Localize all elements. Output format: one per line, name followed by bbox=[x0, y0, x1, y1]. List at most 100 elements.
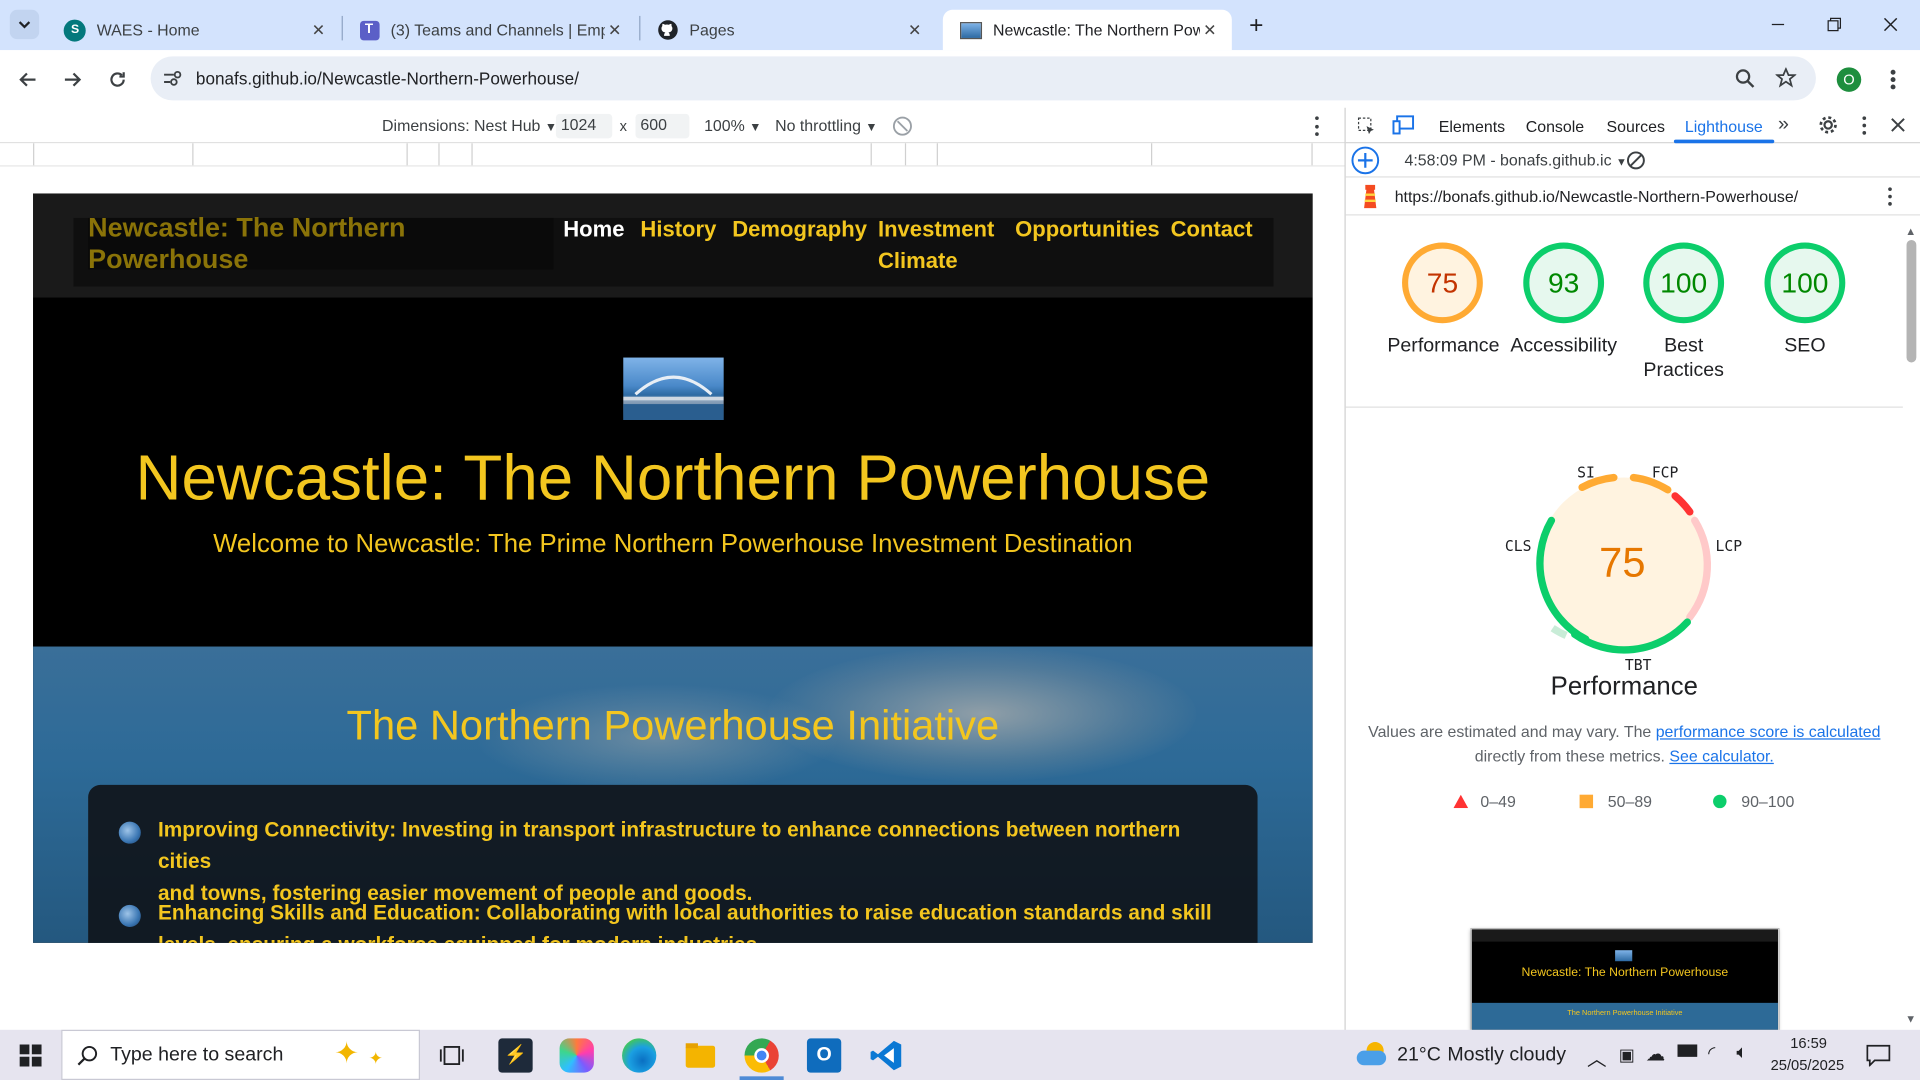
score-calculated-link[interactable]: performance score is calculated bbox=[1656, 722, 1881, 740]
gear-icon[interactable] bbox=[1818, 115, 1838, 135]
nav-climate[interactable]: Climate bbox=[878, 245, 958, 277]
list-item-line: levels, ensuring a workforce equipped fo… bbox=[158, 929, 1236, 943]
device-toolbar: Dimensions: Nest Hub ▼ 1024 x 600 100% ▼… bbox=[0, 107, 1345, 144]
zoom-select[interactable]: 100% ▼ bbox=[704, 116, 761, 134]
forward-button[interactable] bbox=[55, 62, 89, 96]
clock-date[interactable]: 25/05/2025 bbox=[1771, 1057, 1845, 1074]
meet-now-icon[interactable]: ▣ bbox=[1619, 1044, 1635, 1065]
report-selector[interactable]: 4:58:09 PM - bonafs.github.ic ▼ bbox=[1404, 151, 1626, 169]
wifi-icon[interactable]: ◜ bbox=[1708, 1042, 1715, 1064]
dimensions-select[interactable]: Dimensions: Nest Hub ▼ bbox=[382, 116, 557, 134]
perf-note: Values are estimated and may vary. The p… bbox=[1364, 720, 1884, 769]
page-screenshot-thumbnail[interactable]: Newcastle: The Northern Powerhouse The N… bbox=[1470, 928, 1780, 1032]
restore-icon bbox=[1827, 17, 1842, 32]
volume-icon[interactable]: 🔈︎ bbox=[1736, 1042, 1747, 1063]
devtools-menu-button[interactable] bbox=[1860, 116, 1867, 135]
throttling-select[interactable]: No throttling ▼ bbox=[775, 116, 877, 134]
score-value: 75 bbox=[1426, 266, 1459, 299]
divider bbox=[1345, 406, 1903, 408]
outlook-icon[interactable]: O bbox=[806, 1038, 842, 1073]
device-options-button[interactable] bbox=[1310, 116, 1322, 136]
active-app-indicator bbox=[739, 1076, 784, 1080]
tab-waes-home[interactable]: S WAES - Home ✕ bbox=[47, 10, 341, 50]
nav-home[interactable]: Home bbox=[563, 213, 624, 245]
clear-icon[interactable] bbox=[1626, 151, 1646, 171]
scroll-down-icon[interactable]: ▼ bbox=[1905, 1013, 1916, 1025]
browser-menu-button[interactable] bbox=[1883, 67, 1903, 91]
average-square-icon bbox=[1579, 794, 1594, 809]
see-calculator-link[interactable]: See calculator. bbox=[1669, 747, 1773, 765]
report-time: 4:58:09 PM - bonafs.github.ic bbox=[1404, 150, 1612, 169]
new-tab-button[interactable]: + bbox=[1242, 11, 1271, 40]
chrome-icon[interactable] bbox=[744, 1038, 779, 1073]
height-input[interactable]: 600 bbox=[635, 113, 690, 139]
zoom-value: 100% bbox=[704, 116, 745, 135]
copilot-icon[interactable] bbox=[559, 1038, 594, 1073]
weather-text[interactable]: Mostly cloudy bbox=[1447, 1044, 1566, 1066]
minimize-button[interactable] bbox=[1750, 0, 1806, 49]
address-bar[interactable]: bonafs.github.io/Newcastle-Northern-Powe… bbox=[150, 56, 1816, 101]
tab-sources[interactable]: Sources bbox=[1607, 118, 1665, 136]
battery-icon[interactable] bbox=[1677, 1044, 1698, 1057]
powershell-icon[interactable]: ⚡ bbox=[498, 1038, 533, 1073]
bookmark-star-icon[interactable] bbox=[1775, 67, 1797, 88]
nav-history[interactable]: History bbox=[640, 213, 716, 245]
site-brand[interactable]: Newcastle: The Northern Powerhouse bbox=[88, 212, 554, 274]
report-url[interactable]: https://bonafs.github.io/Newcastle-North… bbox=[1395, 187, 1798, 205]
chevron-up-icon[interactable]: ︿ bbox=[1587, 1042, 1607, 1071]
pass-circle-icon bbox=[1713, 794, 1727, 809]
weather-icon[interactable] bbox=[1356, 1042, 1389, 1066]
close-devtools-icon[interactable] bbox=[1891, 118, 1906, 133]
edge-icon[interactable] bbox=[622, 1038, 657, 1073]
file-explorer-icon[interactable] bbox=[683, 1038, 717, 1072]
width-input[interactable]: 1024 bbox=[555, 113, 613, 139]
close-tab-icon[interactable]: ✕ bbox=[1200, 20, 1220, 40]
tab-newcastle[interactable]: Newcastle: The Northern Power ✕ bbox=[942, 9, 1232, 51]
close-tab-icon[interactable]: ✕ bbox=[905, 20, 925, 40]
scroll-up-icon[interactable]: ▲ bbox=[1905, 225, 1916, 237]
close-tab-icon[interactable]: ✕ bbox=[309, 20, 329, 40]
scrollbar-thumb[interactable] bbox=[1906, 240, 1917, 363]
tab-teams[interactable]: T (3) Teams and Channels | Emplo ✕ bbox=[343, 10, 637, 50]
site-settings-icon[interactable] bbox=[163, 70, 183, 87]
notifications-icon[interactable] bbox=[1866, 1044, 1891, 1067]
devtools-scrollbar[interactable]: ▲ ▼ bbox=[1903, 223, 1920, 1031]
score-performance[interactable]: 75 Performance bbox=[1387, 242, 1500, 358]
close-tab-icon[interactable]: ✕ bbox=[605, 20, 625, 40]
back-button[interactable] bbox=[11, 62, 45, 96]
reload-button[interactable] bbox=[100, 62, 134, 96]
tab-console[interactable]: Console bbox=[1526, 118, 1584, 136]
restore-button[interactable] bbox=[1806, 0, 1862, 49]
tab-elements[interactable]: Elements bbox=[1439, 118, 1505, 136]
close-window-button[interactable] bbox=[1862, 0, 1918, 49]
score-accessibility[interactable]: 93 Accessibility bbox=[1509, 242, 1619, 358]
score-best-practices[interactable]: 100 Best Practices bbox=[1629, 242, 1739, 383]
more-tabs-icon[interactable]: » bbox=[1778, 114, 1789, 136]
score-seo[interactable]: 100 SEO bbox=[1750, 242, 1860, 358]
nav-demography[interactable]: Demography bbox=[732, 213, 867, 245]
vscode-icon[interactable] bbox=[869, 1038, 903, 1072]
windows-start-icon[interactable] bbox=[19, 1044, 42, 1067]
tab-search-button[interactable] bbox=[9, 9, 40, 40]
tab-pages[interactable]: Pages ✕ bbox=[640, 10, 936, 50]
clock-time[interactable]: 16:59 bbox=[1790, 1035, 1827, 1052]
inspect-element-icon[interactable] bbox=[1357, 116, 1377, 136]
onedrive-icon[interactable]: ☁ bbox=[1646, 1042, 1666, 1066]
nav-contact[interactable]: Contact bbox=[1171, 213, 1253, 245]
perf-gauge-title: Performance bbox=[1550, 672, 1698, 701]
profile-avatar[interactable]: O bbox=[1836, 67, 1862, 92]
score-label: Best Practices bbox=[1643, 335, 1724, 381]
tab-title: Newcastle: The Northern Power bbox=[993, 20, 1201, 40]
tab-lighthouse[interactable]: Lighthouse bbox=[1685, 118, 1763, 136]
taskbar-search[interactable]: Type here to search ✦ ✦ bbox=[61, 1029, 421, 1080]
new-report-icon[interactable] bbox=[1351, 146, 1380, 175]
weather-temp[interactable]: 21°C bbox=[1397, 1044, 1441, 1066]
nav-opportunities[interactable]: Opportunities bbox=[1015, 213, 1159, 245]
report-url-bar: https://bonafs.github.io/Newcastle-North… bbox=[1345, 178, 1920, 216]
task-view-icon[interactable] bbox=[436, 1038, 470, 1072]
nav-investment[interactable]: Investment bbox=[878, 213, 994, 245]
report-menu-button[interactable] bbox=[1886, 187, 1893, 206]
zoom-icon[interactable] bbox=[1735, 69, 1755, 89]
device-toggle-icon[interactable] bbox=[1392, 115, 1415, 135]
rotate-icon[interactable] bbox=[891, 115, 913, 137]
